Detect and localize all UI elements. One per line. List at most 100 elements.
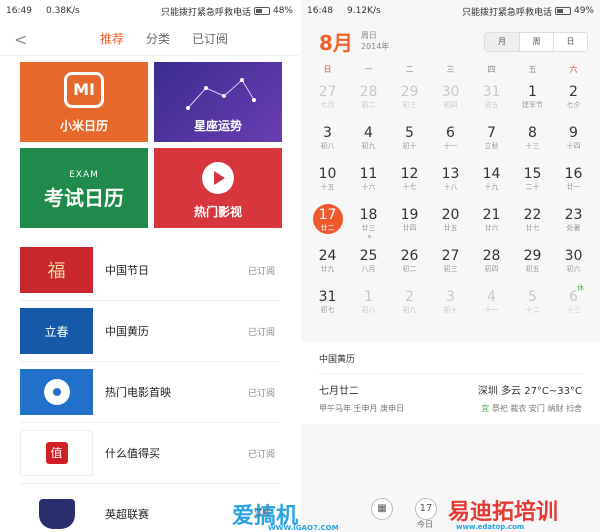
day-cell[interactable]: 7 立秋 bbox=[471, 119, 512, 160]
day-cell[interactable]: 27 初三 bbox=[430, 242, 471, 283]
day-cell[interactable]: 3 初十 bbox=[430, 283, 471, 324]
lunar-label: 建军节 bbox=[522, 101, 543, 109]
day-cell[interactable]: 28 初四 bbox=[471, 242, 512, 283]
list-item[interactable]: 立春 中国黄历 已订阅 bbox=[20, 301, 279, 362]
day-cell[interactable]: 5 十二 bbox=[512, 283, 553, 324]
lunar-label: 廿六 bbox=[484, 224, 499, 232]
subscribed-status[interactable]: 已订阅 bbox=[248, 325, 275, 338]
view-week-button[interactable]: 周 bbox=[519, 33, 553, 51]
status-speed: 0.38K/s bbox=[46, 6, 80, 16]
tile-hot-movies[interactable]: 热门影视 bbox=[154, 148, 282, 228]
day-cell[interactable]: 1 建军节 bbox=[512, 78, 553, 119]
list-item[interactable]: 值 什么值得买 已订阅 bbox=[20, 423, 279, 484]
weekday-header: 日一二三四五六 bbox=[301, 60, 600, 78]
item-label: 中国黄历 bbox=[105, 325, 149, 338]
day-number: 7 bbox=[487, 125, 496, 141]
day-cell[interactable]: 21 廿六 bbox=[471, 201, 512, 242]
day-number: 26 bbox=[400, 248, 419, 264]
tab-recommended[interactable]: 推荐 bbox=[100, 24, 124, 53]
tab-subscribed[interactable]: 已订阅 bbox=[192, 24, 228, 53]
subscribed-status[interactable]: 已订阅 bbox=[248, 386, 275, 399]
subscription-list: 福 中国节日 已订阅 立春 中国黄历 已订阅 热门电影首映 已订阅 值 什么值得… bbox=[20, 240, 279, 532]
tile-exam-calendar[interactable]: EXAM 考试日历 bbox=[20, 148, 148, 228]
day-cell[interactable]: 6 十一 bbox=[430, 119, 471, 160]
day-cell[interactable]: 30 初六 bbox=[553, 242, 594, 283]
year-label: 2014年 bbox=[360, 42, 390, 51]
day-cell[interactable]: 31 初五 bbox=[471, 78, 512, 119]
subscribed-status[interactable]: 已订阅 bbox=[248, 447, 275, 460]
top-nav: < 推荐 分类 已订阅 bbox=[0, 22, 299, 56]
day-cell[interactable]: 1 初八 bbox=[348, 283, 389, 324]
mi-logo-icon: MI bbox=[64, 72, 104, 108]
day-cell[interactable]: 6 十三 休 bbox=[553, 283, 594, 324]
lunar-label: 立秋 bbox=[484, 142, 499, 150]
status-bar: 16:49 0.38K/s 只能拨打紧急呼救电话 48% bbox=[0, 0, 299, 22]
tile-mi-calendar[interactable]: MI 小米日历 bbox=[20, 62, 148, 142]
day-cell[interactable]: 12 十七 bbox=[389, 160, 430, 201]
day-number: 30 bbox=[564, 248, 583, 264]
day-cell[interactable]: 26 初二 bbox=[389, 242, 430, 283]
day-number: 1 bbox=[528, 84, 537, 100]
day-cell[interactable]: 11 十六 bbox=[348, 160, 389, 201]
day-number: 20 bbox=[441, 207, 460, 223]
day-cell-selected[interactable]: 17 廿二 bbox=[307, 201, 348, 242]
day-cell[interactable]: 22 廿七 bbox=[512, 201, 553, 242]
day-cell[interactable]: 31 初七 bbox=[307, 283, 348, 324]
tab-categories[interactable]: 分类 bbox=[146, 24, 170, 53]
subscribed-status[interactable]: 已订阅 bbox=[248, 264, 275, 277]
weekday-label: 日 bbox=[323, 64, 332, 74]
day-cell[interactable]: 9 十四 bbox=[553, 119, 594, 160]
day-cell[interactable]: 2 初九 bbox=[389, 283, 430, 324]
day-cell[interactable]: 29 初三 bbox=[389, 78, 430, 119]
day-cell[interactable]: 30 初四 bbox=[430, 78, 471, 119]
day-number: 10 bbox=[318, 166, 337, 182]
day-cell[interactable]: 8 十三 bbox=[512, 119, 553, 160]
day-cell[interactable]: 5 初十 bbox=[389, 119, 430, 160]
day-cell[interactable]: 28 初二 bbox=[348, 78, 389, 119]
day-number: 28 bbox=[359, 84, 378, 100]
day-cell[interactable]: 18 廿三 bbox=[348, 201, 389, 242]
day-number: 23 bbox=[564, 207, 583, 223]
day-cell[interactable]: 13 十八 bbox=[430, 160, 471, 201]
battery-icon bbox=[253, 7, 270, 15]
list-item[interactable]: 热门电影首映 已订阅 bbox=[20, 362, 279, 423]
tile-horoscope[interactable]: 星座运势 bbox=[154, 62, 282, 142]
day-cell[interactable]: 2 七夕 bbox=[553, 78, 594, 119]
lunar-date: 七月廿二 bbox=[319, 386, 359, 397]
day-number: 5 bbox=[405, 125, 414, 141]
day-cell[interactable]: 16 廿一 bbox=[553, 160, 594, 201]
day-cell[interactable]: 25 八月 bbox=[348, 242, 389, 283]
day-cell[interactable]: 24 廿九 bbox=[307, 242, 348, 283]
almanac-icon: 立春 bbox=[20, 308, 93, 354]
day-cell[interactable]: 3 初八 bbox=[307, 119, 348, 160]
month-title[interactable]: 8月 bbox=[319, 27, 353, 56]
grid-view-icon[interactable]: ▦ bbox=[371, 498, 393, 520]
today-button[interactable]: 17 bbox=[415, 498, 437, 520]
lunar-label: 十六 bbox=[361, 183, 376, 191]
view-month-button[interactable]: 月 bbox=[485, 33, 519, 51]
left-footer: 爱搞机 WWW.IGAO7.COM 订阅 bbox=[0, 502, 339, 532]
day-cell[interactable]: 14 十九 bbox=[471, 160, 512, 201]
back-arrow-icon[interactable]: < bbox=[14, 30, 27, 49]
tile-label: 考试日历 bbox=[44, 186, 124, 210]
day-cell[interactable]: 23 处暑 bbox=[553, 201, 594, 242]
day-cell[interactable]: 20 廿五 bbox=[430, 201, 471, 242]
day-number: 13 bbox=[441, 166, 460, 182]
watermark-sub: www.edatop.com bbox=[456, 523, 525, 531]
day-cell[interactable]: 4 十一 bbox=[471, 283, 512, 324]
list-item[interactable]: 福 中国节日 已订阅 bbox=[20, 240, 279, 301]
day-cell[interactable]: 19 廿四 bbox=[389, 201, 430, 242]
lunar-label: 七夕 bbox=[566, 101, 581, 109]
day-cell[interactable]: 29 初五 bbox=[512, 242, 553, 283]
lunar-label: 初七 bbox=[320, 306, 335, 314]
view-day-button[interactable]: 日 bbox=[553, 33, 587, 51]
almanac-card[interactable]: 中国黄历 七月廿二 深圳 多云 27°C~33°C 甲午马年 壬申月 庚申日 宜… bbox=[301, 342, 600, 424]
day-cell[interactable]: 15 二十 bbox=[512, 160, 553, 201]
tab-bar: 推荐 分类 已订阅 bbox=[100, 24, 228, 53]
day-cell[interactable]: 10 十五 bbox=[307, 160, 348, 201]
status-battery: 48% bbox=[272, 6, 293, 16]
day-cell[interactable]: 27 七月 bbox=[307, 78, 348, 119]
day-number: 28 bbox=[482, 248, 501, 264]
day-cell[interactable]: 4 初九 bbox=[348, 119, 389, 160]
item-label: 什么值得买 bbox=[105, 447, 160, 460]
